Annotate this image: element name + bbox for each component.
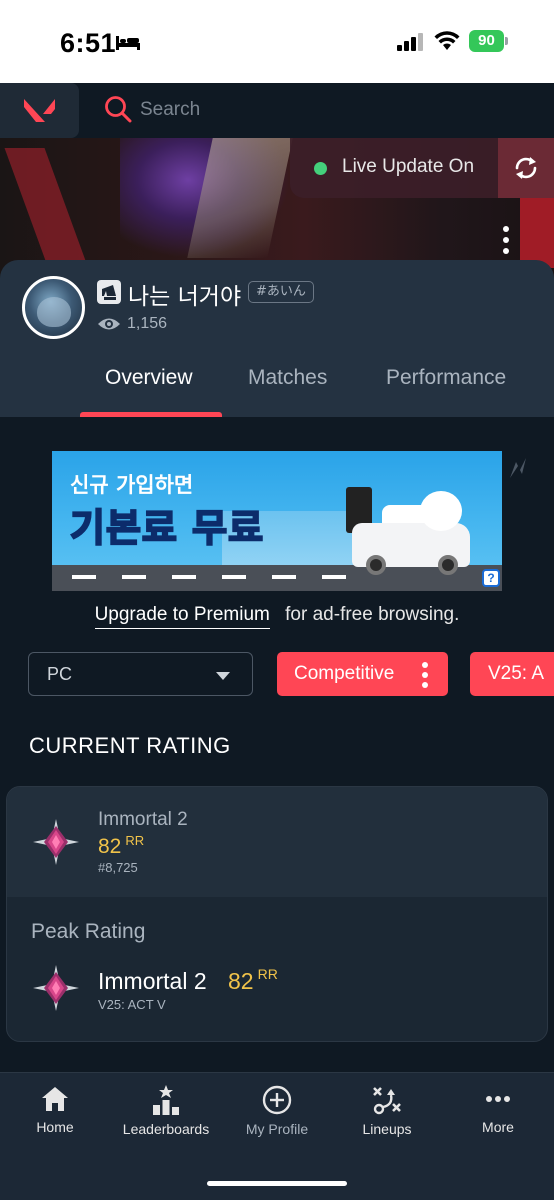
nav-leaderboards[interactable]: Leaderboards bbox=[111, 1085, 221, 1155]
home-icon bbox=[42, 1087, 68, 1111]
app-header bbox=[0, 83, 554, 138]
current-rr: 82 RR bbox=[98, 833, 145, 858]
battery-level: 90 bbox=[469, 30, 504, 52]
nav-lineups[interactable]: Lineups bbox=[332, 1085, 442, 1155]
banner-more-menu[interactable] bbox=[500, 226, 512, 262]
act-label: V25: A bbox=[488, 663, 544, 684]
tab-performance[interactable]: Performance bbox=[386, 366, 506, 390]
mode-filter-button[interactable]: Competitive bbox=[277, 652, 448, 696]
premium-suffix: for ad-free browsing. bbox=[285, 604, 460, 625]
riot-platform-icon bbox=[97, 280, 121, 304]
active-tab-indicator bbox=[80, 412, 222, 417]
profile-banner: Live Update On bbox=[0, 138, 554, 278]
mode-label: Competitive bbox=[294, 663, 395, 684]
peak-rank-name: Immortal 2 bbox=[98, 968, 207, 994]
rating-card: Immortal 2 82 RR #8,725 Peak Rating Immor… bbox=[6, 786, 548, 1042]
wifi-icon bbox=[434, 31, 460, 50]
battery-icon: 90 bbox=[469, 30, 509, 52]
lineups-icon bbox=[373, 1087, 401, 1115]
status-bar: 6:51 90 bbox=[0, 0, 554, 83]
peak-act: V25: ACT V bbox=[98, 997, 166, 1012]
tab-overview[interactable]: Overview bbox=[105, 366, 193, 390]
player-name: 나는 너거야 bbox=[128, 284, 242, 310]
peak-rating-heading: Peak Rating bbox=[31, 920, 146, 943]
nav-home[interactable]: Home bbox=[0, 1085, 110, 1155]
add-circle-icon bbox=[262, 1085, 292, 1115]
kebab-icon bbox=[422, 662, 428, 692]
status-time: 6:51 bbox=[60, 28, 117, 58]
immortal-rank-icon bbox=[33, 965, 79, 1011]
immortal-rank-icon bbox=[33, 819, 79, 865]
refresh-icon bbox=[515, 157, 537, 179]
eye-icon bbox=[98, 318, 120, 330]
upgrade-premium-link[interactable]: Upgrade to Premium bbox=[94, 604, 270, 629]
peak-rr: 82 RR bbox=[228, 966, 278, 994]
nav-my-profile[interactable]: My Profile bbox=[222, 1085, 332, 1155]
valorant-logo-icon bbox=[24, 99, 55, 122]
current-rank-name: Immortal 2 bbox=[98, 809, 188, 830]
refresh-button[interactable] bbox=[498, 138, 554, 198]
live-update-label: Live Update On bbox=[342, 156, 475, 177]
more-icon bbox=[486, 1096, 510, 1102]
leaderboards-icon bbox=[153, 1085, 179, 1115]
leaderboard-position: #8,725 bbox=[98, 860, 138, 875]
current-rating-row bbox=[7, 787, 547, 897]
chevron-down-icon bbox=[216, 672, 230, 680]
cellular-signal-icon bbox=[397, 33, 423, 51]
act-filter-button[interactable]: V25: A bbox=[470, 652, 554, 696]
valorant-logo-button[interactable] bbox=[0, 83, 79, 138]
premium-row: Upgrade to Premium for ad-free browsing. bbox=[0, 604, 554, 629]
current-rating-heading: CURRENT RATING bbox=[29, 733, 231, 758]
ad-banner[interactable]: 신규 가입하면 기본료 무료 ? bbox=[52, 451, 502, 591]
profile-views: 1,156 bbox=[127, 315, 168, 332]
search-icon[interactable] bbox=[104, 95, 132, 123]
sleep-mode-icon bbox=[116, 36, 140, 50]
tab-matches[interactable]: Matches bbox=[248, 366, 327, 390]
ad-info-button[interactable]: ? bbox=[482, 569, 500, 587]
live-update-toggle[interactable]: Live Update On bbox=[290, 138, 498, 198]
live-status-dot bbox=[314, 162, 327, 175]
ad-headline-small: 신규 가입하면 bbox=[70, 473, 194, 497]
profile-card: 나는 너거야 #あいん 1,156 Overview Matches Perfo… bbox=[0, 260, 554, 417]
nav-more[interactable]: More bbox=[443, 1085, 553, 1155]
platform-select[interactable]: PC bbox=[28, 652, 253, 696]
ad-choice-icon[interactable] bbox=[506, 456, 530, 480]
player-tag: #あいん bbox=[248, 281, 314, 303]
platform-value: PC bbox=[47, 664, 73, 684]
home-indicator bbox=[207, 1181, 347, 1186]
avatar bbox=[22, 276, 85, 339]
ad-headline-big: 기본료 무료 bbox=[69, 505, 265, 551]
search-input[interactable] bbox=[140, 95, 440, 125]
